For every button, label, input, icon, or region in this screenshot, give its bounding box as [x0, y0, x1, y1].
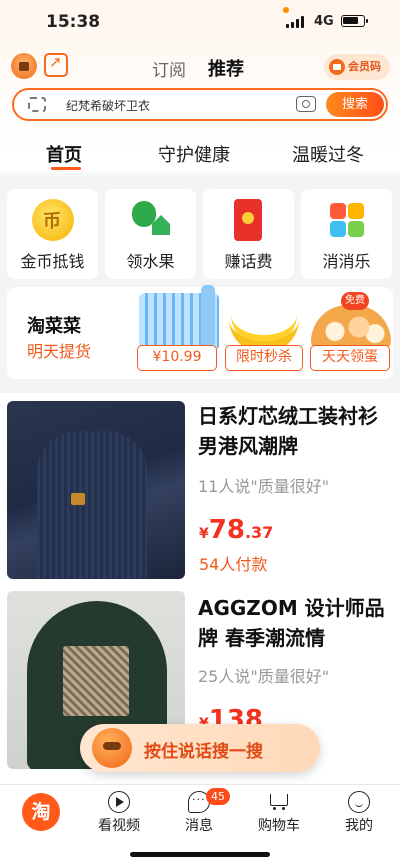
- product-title[interactable]: AGGZOM 设计师品牌 春季潮流情: [198, 593, 394, 653]
- tab-label: 我的: [345, 818, 373, 834]
- bananas-image[interactable]: [225, 293, 305, 353]
- fruit-tree-icon: [130, 199, 172, 241]
- message-count-badge: 45: [206, 788, 230, 805]
- price-pill[interactable]: ¥10.99: [137, 345, 217, 371]
- tab-video[interactable]: 看视频: [84, 791, 154, 835]
- share-icon[interactable]: [44, 53, 68, 77]
- tab-recommend[interactable]: 推荐: [208, 55, 244, 81]
- tile-fruit[interactable]: 领水果: [105, 189, 196, 279]
- camera-icon[interactable]: [296, 96, 316, 112]
- free-badge: 免费: [341, 292, 369, 310]
- taobao-home-icon[interactable]: 淘: [22, 793, 60, 831]
- tile-phone-credit[interactable]: 赚话费: [203, 189, 294, 279]
- tab-label: 购物车: [258, 818, 300, 834]
- product-card[interactable]: 日系灯芯绒工装衬衫男港风潮牌 11人说"质量很好" ¥78.37 54人付款: [0, 393, 400, 585]
- review-preview: 11人说"质量很好": [198, 477, 330, 496]
- search-input[interactable]: 纪梵希破坏卫衣: [66, 97, 150, 114]
- network-type: 4G: [314, 14, 334, 29]
- battery-icon: [341, 15, 368, 27]
- product-title[interactable]: 日系灯芯绒工装衬衫男港风潮牌: [198, 401, 394, 461]
- cellular-signal-icon: [286, 16, 308, 28]
- eggs-image[interactable]: [311, 305, 391, 349]
- taocaicai-title: 淘菜菜: [27, 316, 81, 337]
- tile-label: 金币抵钱: [20, 252, 85, 271]
- status-time: 15:38: [46, 12, 101, 32]
- water-bottles-image[interactable]: [139, 285, 219, 349]
- voice-search-button[interactable]: 按住说话搜一搜: [80, 724, 320, 772]
- search-button[interactable]: 搜索: [326, 92, 384, 117]
- status-bar: 15:38 4G: [0, 0, 400, 44]
- cart-icon: [268, 791, 290, 813]
- tab-cart[interactable]: 购物车: [244, 791, 314, 835]
- tab-subscribe[interactable]: 订阅: [152, 56, 186, 81]
- home-indicator: [130, 852, 270, 857]
- voice-mascot-icon: [92, 728, 132, 768]
- price-decimal: .37: [244, 523, 274, 542]
- tile-label: 消消乐: [322, 252, 371, 271]
- privacy-indicator-dot: [283, 7, 289, 13]
- tile-match-game[interactable]: 消消乐: [301, 189, 392, 279]
- member-code-icon: [329, 59, 345, 75]
- red-envelope-icon: [234, 199, 262, 241]
- voice-search-label: 按住说话搜一搜: [144, 742, 263, 762]
- active-tab-indicator: [51, 167, 81, 170]
- flash-sale-pill[interactable]: 限时秒杀: [225, 345, 303, 371]
- paid-count: 54人付款: [199, 555, 268, 574]
- product-price: ¥78.37: [199, 515, 273, 545]
- daily-eggs-pill[interactable]: 天天领蛋: [310, 345, 390, 371]
- tile-gold-coin[interactable]: 金币抵钱: [7, 189, 98, 279]
- gold-coin-icon: [32, 199, 74, 241]
- scan-icon[interactable]: [28, 97, 46, 112]
- profile-icon: [348, 791, 370, 813]
- category-tab-winter[interactable]: 温暖过冬: [292, 141, 364, 167]
- taocaicai-subtitle: 明天提货: [27, 342, 92, 361]
- tab-label: 消息: [185, 818, 213, 834]
- member-code-button[interactable]: 会员码: [324, 54, 390, 80]
- category-tab-home[interactable]: 首页: [46, 141, 82, 167]
- avatar[interactable]: [11, 53, 37, 79]
- tile-label: 赚话费: [224, 252, 273, 271]
- category-tab-health[interactable]: 守护健康: [158, 141, 230, 167]
- member-code-label: 会员码: [348, 60, 381, 73]
- tab-label: 看视频: [98, 818, 140, 834]
- play-icon: [108, 791, 130, 813]
- product-image[interactable]: [7, 401, 185, 579]
- search-bar[interactable]: 纪梵希破坏卫衣 搜索: [12, 88, 388, 121]
- price-symbol: ¥: [199, 526, 209, 542]
- price-integer: 78: [208, 515, 245, 545]
- tab-me[interactable]: 我的: [324, 791, 394, 835]
- match-game-icon: [326, 199, 368, 241]
- tile-label: 领水果: [126, 252, 175, 271]
- review-preview: 25人说"质量很好": [198, 667, 330, 686]
